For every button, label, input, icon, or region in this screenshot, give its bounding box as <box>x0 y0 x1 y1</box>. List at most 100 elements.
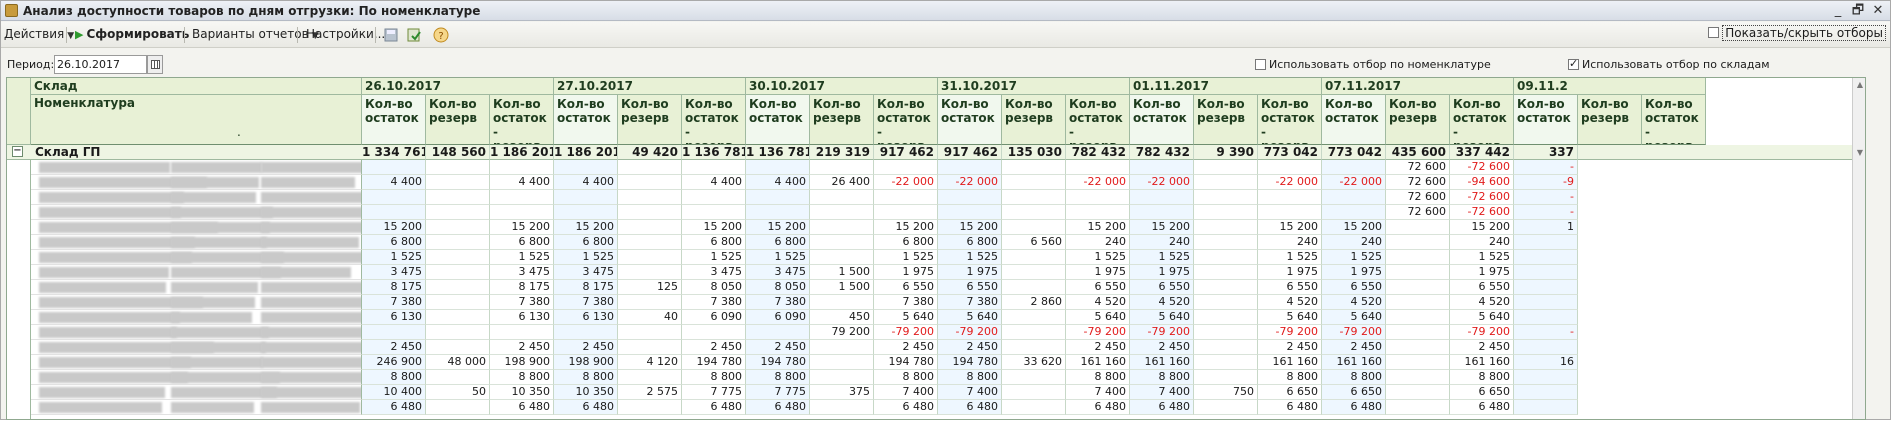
filter-warehouses-checkbox[interactable] <box>1568 57 1579 70</box>
column-header: Кол-во резерв <box>1002 95 1066 145</box>
table-cell <box>1514 250 1578 265</box>
nomenclature-cell[interactable] <box>31 280 362 295</box>
table-cell: 6 550 <box>1322 280 1386 295</box>
table-cell <box>938 190 1002 205</box>
table-cell: 2 450 <box>874 340 938 355</box>
nomenclature-cell[interactable] <box>31 250 362 265</box>
table-cell: 4 400 <box>490 175 554 190</box>
nomenclature-cell[interactable] <box>31 400 362 415</box>
nomenclature-cell[interactable] <box>31 370 362 385</box>
calendar-button[interactable] <box>147 55 163 74</box>
table-cell <box>1002 220 1066 235</box>
table-cell: 6 480 <box>554 400 618 415</box>
nomenclature-cell[interactable] <box>31 175 362 190</box>
show-filter-toggle[interactable]: Показать/скрыть отборы <box>1708 25 1886 44</box>
table-cell <box>1386 340 1450 355</box>
table-cell: 48 000 <box>426 355 490 370</box>
table-cell: 6 800 <box>938 235 1002 250</box>
redacted-text <box>39 357 191 368</box>
table-cell: 6 480 <box>1322 400 1386 415</box>
table-cell: 6 800 <box>682 235 746 250</box>
group-total-cell: 773 042 <box>1258 145 1322 160</box>
table-cell: -79 200 <box>1450 325 1514 340</box>
table-cell: 7 380 <box>874 295 938 310</box>
redacted-text <box>171 327 269 338</box>
generate-label: Сформировать <box>86 27 190 41</box>
redacted-text <box>171 297 255 308</box>
report-variants-label: Варианты отчетов <box>192 27 309 41</box>
table-cell <box>426 265 490 280</box>
table-cell <box>938 160 1002 175</box>
table-cell: 4 520 <box>1322 295 1386 310</box>
filter-warehouses-label: Использовать отбор по складам <box>1582 58 1770 71</box>
close-button[interactable]: ✕ <box>1870 3 1886 19</box>
minimize-button[interactable]: _ <box>1830 3 1846 19</box>
collapse-icon[interactable]: − <box>12 146 23 157</box>
nomenclature-cell[interactable] <box>31 325 362 340</box>
actions-menu[interactable]: Действия ▼ <box>4 26 74 44</box>
nomenclature-cell[interactable] <box>31 220 362 235</box>
nomenclature-cell[interactable] <box>31 235 362 250</box>
table-cell <box>490 160 554 175</box>
table-cell: 1 975 <box>1066 265 1130 280</box>
redacted-text <box>261 252 361 263</box>
help-icon[interactable]: ? <box>433 27 449 43</box>
table-cell: 7 380 <box>746 295 810 310</box>
table-cell <box>618 250 682 265</box>
group-total-cell: 435 600 <box>1386 145 1450 160</box>
table-cell: 6 550 <box>1066 280 1130 295</box>
table-cell: 161 160 <box>1066 355 1130 370</box>
restore-button[interactable]: 🗗 <box>1850 3 1866 19</box>
vertical-scrollbar[interactable]: ▲ ▼ <box>1852 78 1865 419</box>
group-total-cell: 782 432 <box>1066 145 1130 160</box>
nomenclature-cell[interactable] <box>31 160 362 175</box>
table-cell: 15 200 <box>682 220 746 235</box>
filter-warehouses-toggle[interactable]: Использовать отбор по складам <box>1568 57 1770 71</box>
nomenclature-cell[interactable] <box>31 355 362 370</box>
table-cell <box>810 295 874 310</box>
restore-settings-icon[interactable] <box>406 27 422 43</box>
redacted-text <box>261 222 361 233</box>
filter-nomenclature-checkbox[interactable] <box>1255 59 1266 70</box>
table-cell: -79 200 <box>874 325 938 340</box>
settings-button[interactable]: Настройки... <box>306 26 385 44</box>
group-total-cell: 1 186 201 <box>554 145 618 160</box>
nomenclature-cell[interactable] <box>31 340 362 355</box>
period-label: Период: <box>7 58 55 71</box>
table-cell: 240 <box>1322 235 1386 250</box>
nomenclature-cell[interactable] <box>31 310 362 325</box>
table-cell: 2 450 <box>1130 340 1194 355</box>
table-cell: 1 525 <box>874 250 938 265</box>
scroll-down-icon[interactable]: ▼ <box>1855 148 1865 157</box>
period-date-field[interactable]: 26.10.2017 <box>54 55 147 74</box>
date-header-label: 27.10.2017 <box>557 79 633 93</box>
nomenclature-cell[interactable] <box>31 205 362 220</box>
table-cell: 15 200 <box>874 220 938 235</box>
table-cell: 4 400 <box>554 175 618 190</box>
nomenclature-cell[interactable] <box>31 295 362 310</box>
show-filter-checkbox[interactable] <box>1708 27 1720 38</box>
filter-nomenclature-toggle[interactable]: Использовать отбор по номенклатуре <box>1255 58 1491 71</box>
scroll-up-icon[interactable]: ▲ <box>1855 80 1865 89</box>
table-cell: 2 450 <box>490 340 554 355</box>
nomenclature-cell[interactable] <box>31 190 362 205</box>
table-cell <box>1002 340 1066 355</box>
table-cell: 8 800 <box>682 370 746 385</box>
report-variants-menu[interactable]: Варианты отчетов ▼ <box>192 26 319 44</box>
table-cell <box>426 295 490 310</box>
table-cell <box>746 160 810 175</box>
table-cell: 6 800 <box>874 235 938 250</box>
table-cell <box>426 235 490 250</box>
table-cell <box>554 160 618 175</box>
nomenclature-cell[interactable] <box>31 265 362 280</box>
table-cell: -72 600 <box>1450 160 1514 175</box>
table-cell: 10 400 <box>362 385 426 400</box>
table-cell <box>1002 190 1066 205</box>
nomenclature-cell[interactable] <box>31 385 362 400</box>
table-cell: -94 600 <box>1450 175 1514 190</box>
table-cell: 194 780 <box>874 355 938 370</box>
table-cell: 5 640 <box>1450 310 1514 325</box>
generate-button[interactable]: ▶ Сформировать <box>75 26 189 44</box>
table-cell: 2 450 <box>746 340 810 355</box>
save-settings-icon[interactable] <box>383 27 399 43</box>
